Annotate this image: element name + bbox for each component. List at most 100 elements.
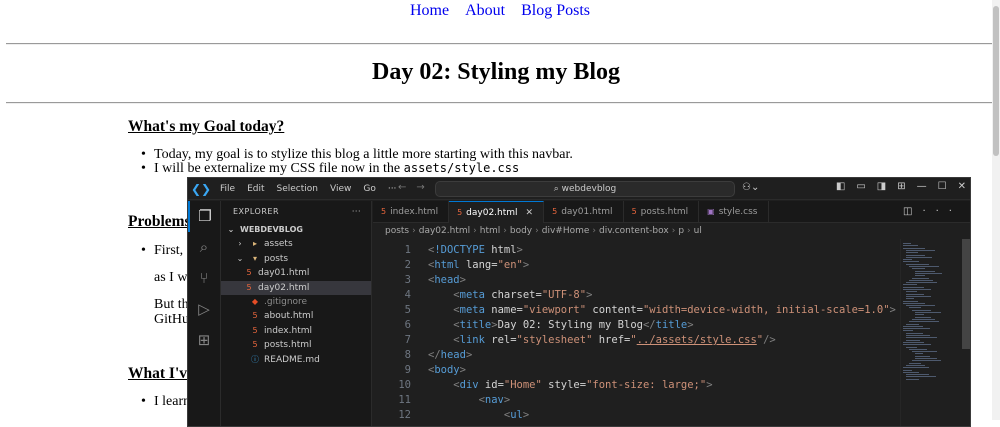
- minimap-line: [903, 300, 918, 302]
- breadcrumb-item[interactable]: day02.html: [419, 226, 470, 236]
- scrollbar-thumb[interactable]: [993, 6, 999, 156]
- html-file-icon: 5: [252, 325, 258, 335]
- layout-sidebar-icon[interactable]: ◧: [836, 181, 845, 192]
- tree-item[interactable]: 5 about.html: [221, 309, 371, 323]
- editor-tab[interactable]: ▣ style.css: [699, 201, 769, 223]
- tree-item-label: assets: [264, 239, 293, 250]
- line-number: 1: [404, 244, 411, 256]
- tree-item[interactable]: 5 day02.html: [221, 280, 371, 295]
- code-text: <link rel="stylesheet" href="../assets/s…: [453, 334, 776, 346]
- editor-tab[interactable]: 5 posts.html: [624, 201, 700, 223]
- customize-layout-icon[interactable]: ⊞: [897, 181, 905, 192]
- code-line[interactable]: 11 <nav>: [373, 393, 900, 408]
- page-scrollbar[interactable]: [992, 0, 1000, 420]
- maximize-icon[interactable]: ☐: [938, 181, 947, 192]
- editor-tab[interactable]: 5 index.html: [373, 201, 450, 223]
- nav-arrows: ←→: [398, 182, 435, 193]
- menu-edit[interactable]: Edit: [241, 184, 270, 194]
- editor-tab[interactable]: 5 day02.html ✕: [449, 201, 545, 223]
- tree-item[interactable]: ⌄ ▾ posts: [221, 252, 371, 266]
- code-line[interactable]: 1 <!DOCTYPE html>: [373, 243, 900, 258]
- breadcrumb-item[interactable]: p: [678, 226, 684, 236]
- code-line[interactable]: 8 </head>: [373, 348, 900, 363]
- menu-view[interactable]: View: [324, 184, 357, 194]
- line-number: 5: [404, 304, 411, 316]
- source-control-icon[interactable]: ⑂: [188, 263, 220, 294]
- tree-item[interactable]: 5 posts.html: [221, 338, 371, 352]
- code-line[interactable]: 12 <ul>: [373, 408, 900, 423]
- code-line[interactable]: 9 <body>: [373, 363, 900, 378]
- line-number: 3: [404, 274, 411, 286]
- menu-go[interactable]: Go: [357, 184, 381, 194]
- tree-item[interactable]: 5 day01.html: [221, 266, 371, 280]
- line-number: 7: [404, 334, 411, 346]
- explorer-more-icon[interactable]: ···: [352, 201, 361, 223]
- editor-tab[interactable]: 5 day01.html: [544, 201, 624, 223]
- code-line[interactable]: 3 <head>: [373, 273, 900, 288]
- line-number: 6: [404, 319, 411, 331]
- code-editor[interactable]: 1 <!DOCTYPE html> 2 <html lang="en"> 3 <head>…: [373, 239, 900, 426]
- explorer-icon[interactable]: ❐: [188, 201, 220, 232]
- split-editor-icon[interactable]: ◫: [903, 206, 922, 217]
- code-text: <ul>: [503, 409, 530, 421]
- minimap-line: [903, 330, 913, 332]
- minimap-line: [906, 337, 937, 339]
- workspace-root[interactable]: ⌄ WEBDEVBLOG: [221, 223, 371, 237]
- minimap-line: [903, 344, 931, 346]
- run-debug-icon[interactable]: ▷: [188, 294, 220, 325]
- layout-panel-icon[interactable]: ▭: [856, 181, 865, 192]
- breadcrumb-item[interactable]: html: [480, 226, 501, 236]
- tree-item[interactable]: ◆ .gitignore: [221, 295, 371, 309]
- breadcrumb-item[interactable]: body: [510, 226, 532, 236]
- editor-scrollbar[interactable]: [962, 239, 970, 349]
- breadcrumb-item[interactable]: ul: [694, 226, 702, 236]
- nav-link-home[interactable]: Home: [410, 2, 449, 19]
- minimap-line: [906, 298, 914, 300]
- code-line[interactable]: 7 <link rel="stylesheet" href="../assets…: [373, 333, 900, 348]
- code-line[interactable]: 4 <meta charset="UTF-8">: [373, 288, 900, 303]
- minimap-line: [915, 272, 942, 274]
- command-center-search[interactable]: ⌕ webdevblog: [435, 181, 735, 197]
- menu-file[interactable]: File: [214, 184, 241, 194]
- tree-item[interactable]: 5 index.html: [221, 324, 371, 338]
- minimap-line: [906, 339, 920, 341]
- minimap-line: [915, 316, 931, 318]
- chevron-right-icon: ›: [535, 226, 539, 236]
- menu-selection[interactable]: Selection: [271, 184, 324, 194]
- forward-arrow-icon[interactable]: →: [416, 182, 434, 193]
- breadcrumb-item[interactable]: div.content-box: [599, 226, 669, 236]
- tree-item[interactable]: ⓘ README.md: [221, 353, 371, 367]
- layout-secondary-icon[interactable]: ◨: [877, 181, 886, 192]
- minimap-line: [906, 323, 919, 325]
- more-actions-icon[interactable]: ···: [922, 206, 962, 217]
- extensions-icon[interactable]: ⊞: [188, 325, 220, 356]
- search-icon[interactable]: ⌕: [188, 232, 220, 263]
- code-line[interactable]: 5 <meta name="viewport" content="width=d…: [373, 303, 900, 318]
- breadcrumb-item[interactable]: div#Home: [542, 226, 590, 236]
- nav-link-blog-posts[interactable]: Blog Posts: [521, 2, 590, 19]
- code-text: <meta charset="UTF-8">: [453, 289, 593, 301]
- minimap-line: [906, 364, 925, 366]
- html-file-icon: 5: [246, 268, 252, 278]
- tab-label: day02.html: [466, 208, 518, 218]
- close-icon[interactable]: ✕: [958, 181, 966, 192]
- minimap[interactable]: [900, 239, 970, 426]
- info-file-icon: ⓘ: [251, 354, 259, 364]
- minimap-line: [906, 305, 935, 307]
- page-title: Day 02: Styling my Blog: [371, 59, 620, 85]
- minimap-line: [906, 295, 931, 297]
- minimap-line: [906, 249, 935, 251]
- code-line[interactable]: 10 <div id="Home" style="font-size: larg…: [373, 378, 900, 393]
- tree-item-label: about.html: [264, 311, 314, 322]
- explorer-header: EXPLORER ···: [221, 201, 371, 223]
- minimize-icon[interactable]: —: [917, 181, 927, 192]
- nav-link-about[interactable]: About: [465, 2, 505, 19]
- breadcrumb-item[interactable]: posts: [385, 226, 409, 236]
- back-arrow-icon[interactable]: ←: [398, 182, 416, 193]
- minimap-line: [915, 312, 941, 313]
- code-line[interactable]: 6 <title>Day 02: Styling my Blog</title>: [373, 318, 900, 333]
- close-tab-icon[interactable]: ✕: [526, 208, 534, 218]
- copilot-icon[interactable]: ⚇⌄: [742, 182, 759, 193]
- tree-item[interactable]: › ▸ assets: [221, 237, 371, 251]
- code-line[interactable]: 2 <html lang="en">: [373, 258, 900, 273]
